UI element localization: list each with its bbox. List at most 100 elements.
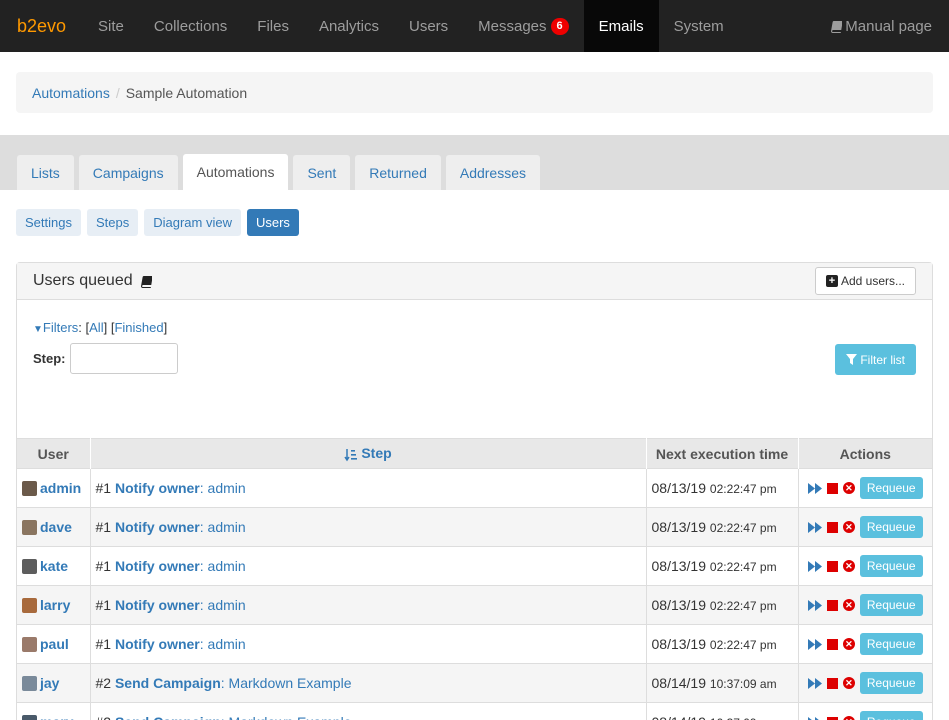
step-number: #1 [95, 480, 112, 496]
subtab-users[interactable]: Users [246, 209, 299, 236]
user-link[interactable]: dave [22, 519, 85, 535]
step-target-link[interactable]: admin [208, 480, 246, 496]
exec-date: 08/13/19 [651, 597, 707, 613]
filters-line: ▼Filters: [All] [Finished] [33, 320, 168, 335]
add-users-button[interactable]: + Add users... [814, 267, 916, 295]
filters-toggle[interactable]: Filters [43, 320, 78, 335]
step-target-link[interactable]: admin [208, 558, 246, 574]
step-name-link[interactable]: Notify owner [115, 558, 200, 574]
exec-time: 02:22:47 pm [709, 560, 777, 574]
step-name-link[interactable]: Notify owner [115, 597, 200, 613]
user-name: paul [40, 636, 69, 652]
requeue-button[interactable]: Requeue [859, 555, 923, 577]
tab-automations[interactable]: Automations [181, 153, 290, 190]
brand-logo[interactable]: b2evo [0, 0, 83, 52]
fast-forward-icon[interactable] [807, 560, 822, 572]
step-target-link[interactable]: Markdown Example [229, 675, 352, 691]
requeue-button[interactable]: Requeue [859, 477, 923, 499]
step-filter-input[interactable] [69, 343, 178, 374]
step-target-sep: : [199, 519, 208, 535]
filter-list-button[interactable]: Filter list [835, 344, 916, 375]
tab-returned[interactable]: Returned [354, 154, 442, 190]
user-link[interactable]: admin [22, 480, 85, 496]
filter-finished-link[interactable]: Finished [114, 320, 163, 335]
user-link[interactable]: jay [22, 675, 85, 691]
manual-page-link[interactable]: Manual page [812, 0, 949, 52]
step-sort-link[interactable]: Step [344, 445, 392, 461]
fast-forward-icon[interactable] [807, 599, 822, 611]
breadcrumb-automations[interactable]: Automations [32, 85, 110, 101]
step-name-link[interactable]: Notify owner [115, 636, 200, 652]
fast-forward-icon[interactable] [807, 677, 822, 689]
step-target-link[interactable]: admin [208, 636, 246, 652]
user-link[interactable]: larry [22, 597, 85, 613]
remove-circle-icon[interactable]: ✕ [842, 521, 855, 533]
tab-sent[interactable]: Sent [292, 154, 352, 190]
remove-circle-icon[interactable]: ✕ [842, 716, 855, 720]
stop-icon[interactable] [826, 638, 838, 650]
actions-cell: ✕ Requeue [798, 663, 932, 703]
nav-files[interactable]: Files [242, 0, 304, 52]
requeue-button[interactable]: Requeue [859, 633, 923, 655]
remove-circle-icon[interactable]: ✕ [842, 677, 855, 689]
col-step-header[interactable]: Step [90, 438, 647, 469]
subtab-diagram-view[interactable]: Diagram view [144, 209, 241, 236]
col-next-header[interactable]: Next execution time [646, 438, 799, 469]
user-link[interactable]: paul [22, 636, 85, 652]
step-number: #1 [95, 597, 112, 613]
remove-circle-icon[interactable]: ✕ [842, 482, 855, 494]
subtab-steps[interactable]: Steps [86, 209, 139, 236]
caret-down-icon[interactable]: ▼ [33, 324, 43, 335]
step-cell: #1 Notify owner: admin [90, 624, 647, 664]
stop-icon[interactable] [826, 677, 838, 689]
tab-lists[interactable]: Lists [16, 154, 75, 190]
book-icon[interactable] [139, 275, 152, 288]
nav-site[interactable]: Site [83, 0, 139, 52]
step-target-sep: : [199, 480, 208, 496]
requeue-button[interactable]: Requeue [859, 594, 923, 616]
fast-forward-icon[interactable] [807, 638, 822, 650]
user-link[interactable]: kate [22, 558, 85, 574]
remove-circle-icon[interactable]: ✕ [842, 638, 855, 650]
requeue-button[interactable]: Requeue [859, 516, 923, 538]
row-actions: ✕ Requeue [804, 672, 928, 694]
stop-icon[interactable] [826, 521, 838, 533]
step-cell: #1 Notify owner: admin [90, 507, 647, 547]
fast-forward-icon[interactable] [807, 482, 822, 494]
nav-analytics[interactable]: Analytics [304, 0, 394, 52]
stop-icon[interactable] [826, 560, 838, 572]
step-target-link[interactable]: Markdown Example [229, 714, 352, 720]
filter-all-link[interactable]: All [89, 320, 103, 335]
stop-icon[interactable] [826, 482, 838, 494]
exec-time: 02:22:47 pm [709, 599, 777, 613]
stop-icon[interactable] [826, 599, 838, 611]
step-target-link[interactable]: admin [208, 519, 246, 535]
nav-messages[interactable]: Messages 6 [463, 0, 584, 52]
nav-system[interactable]: System [659, 0, 739, 52]
exec-date: 08/13/19 [651, 519, 707, 535]
step-number: #1 [95, 519, 112, 535]
fast-forward-icon[interactable] [807, 521, 822, 533]
step-name-link[interactable]: Notify owner [115, 519, 200, 535]
remove-circle-icon[interactable]: ✕ [842, 560, 855, 572]
nav-emails[interactable]: Emails [583, 0, 659, 52]
user-name: kate [40, 558, 69, 574]
nav-collections[interactable]: Collections [139, 0, 242, 52]
col-user-header[interactable]: User [17, 438, 91, 469]
requeue-button[interactable]: Requeue [859, 711, 923, 720]
nav-emails-label: Emails [598, 17, 644, 35]
subtab-settings[interactable]: Settings [16, 209, 81, 236]
nav-users[interactable]: Users [394, 0, 463, 52]
tab-campaigns[interactable]: Campaigns [77, 154, 179, 190]
requeue-button[interactable]: Requeue [859, 672, 923, 694]
tab-addresses[interactable]: Addresses [444, 154, 542, 190]
table-row: dave #1 Notify owner: admin 08/13/19 02:… [17, 507, 932, 547]
user-link[interactable]: mary [22, 714, 85, 720]
step-name-link[interactable]: Notify owner [115, 480, 200, 496]
step-filter-label: Step: [33, 351, 66, 366]
step-name-link[interactable]: Send Campaign [115, 714, 221, 720]
step-target-link[interactable]: admin [208, 597, 246, 613]
step-name-link[interactable]: Send Campaign [115, 675, 221, 691]
remove-circle-icon[interactable]: ✕ [842, 599, 855, 611]
